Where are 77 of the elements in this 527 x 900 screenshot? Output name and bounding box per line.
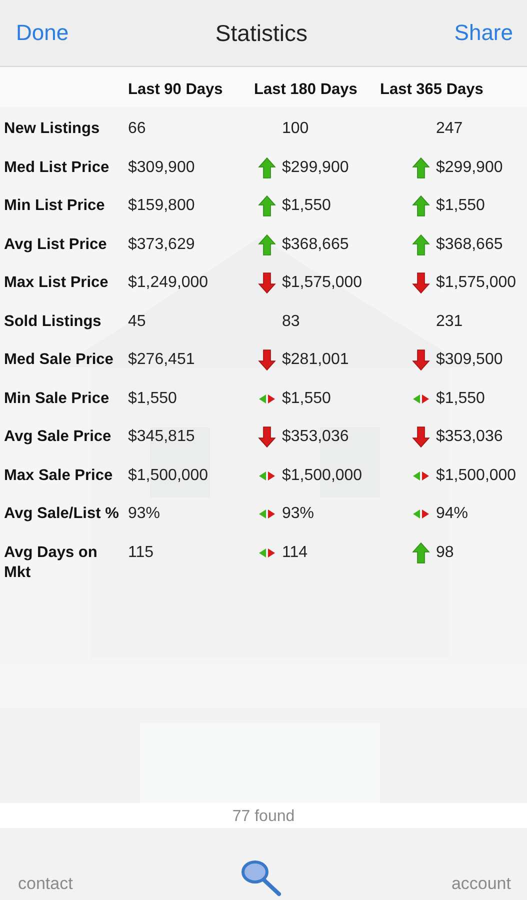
table-cell: 231 (436, 312, 463, 330)
table-cell: $1,500,000 (128, 466, 208, 484)
table-cell: $1,575,000 (436, 274, 516, 292)
left-right-arrows-icon (412, 394, 430, 404)
table-cell: $1,500,000 (436, 466, 516, 484)
done-button[interactable]: Done (14, 18, 71, 48)
table-cell: 45 (128, 312, 146, 330)
row-label: Avg Sale Price (3, 427, 112, 447)
down-arrow-icon (412, 426, 430, 448)
row-label: Med List Price (3, 158, 110, 178)
row-label: Max Sale Price (3, 466, 114, 486)
table-cell: 247 (436, 120, 463, 138)
up-arrow-icon (412, 234, 430, 256)
down-arrow-icon (412, 272, 430, 294)
row-label: Avg Sale/List % (3, 504, 120, 524)
screen-title: Statistics (215, 20, 308, 46)
left-right-arrows-icon (258, 470, 276, 480)
row-label: New Listings (3, 119, 101, 139)
table-cell: $1,550 (436, 390, 485, 408)
table-cell: $299,900 (282, 158, 349, 176)
down-arrow-icon (412, 349, 430, 371)
share-button[interactable]: Share (452, 18, 515, 48)
up-arrow-icon (412, 195, 430, 217)
left-right-arrows-icon (412, 470, 430, 480)
table-cell: 98 (436, 544, 454, 562)
up-arrow-icon (258, 234, 276, 256)
down-arrow-icon (258, 272, 276, 294)
up-arrow-icon (412, 156, 430, 178)
tab-label[interactable]: account (451, 874, 511, 894)
up-arrow-icon (412, 542, 430, 564)
down-arrow-icon (258, 349, 276, 371)
row-label: Max List Price (3, 273, 110, 293)
table-cell: 93% (128, 505, 160, 523)
table-cell: $1,550 (128, 390, 177, 408)
row-label: Sold Listings (3, 312, 102, 332)
table-cell: $309,900 (128, 158, 195, 176)
column-header: Last 90 Days (128, 81, 224, 99)
up-arrow-icon (258, 195, 276, 217)
table-cell: $299,900 (436, 158, 503, 176)
row-label: Avg List Price (3, 234, 108, 254)
tab-label[interactable]: contact (18, 874, 73, 894)
column-header: Last 365 Days (380, 81, 484, 99)
table-cell: 94% (436, 505, 468, 523)
table-cell: 114 (282, 544, 308, 562)
table-cell: $368,665 (282, 236, 349, 254)
left-right-arrows-icon (258, 394, 276, 404)
left-right-arrows-icon (258, 509, 276, 519)
results-count: 77 found (231, 808, 296, 826)
table-cell: $276,451 (128, 351, 195, 369)
table-cell: $373,629 (128, 236, 195, 254)
table-cell: 83 (282, 312, 300, 330)
table-cell: 100 (282, 120, 309, 138)
table-cell: $368,665 (436, 236, 503, 254)
table-cell: $309,500 (436, 351, 503, 369)
table-cell: $281,001 (282, 351, 349, 369)
table-cell: $1,550 (282, 390, 331, 408)
left-right-arrows-icon (412, 509, 430, 519)
left-right-arrows-icon (258, 548, 276, 558)
row-label: Avg Days on Mkt (3, 542, 98, 582)
table-cell: 115 (128, 544, 154, 562)
row-label: Med Sale Price (3, 350, 114, 370)
table-cell: $1,550 (436, 197, 485, 215)
down-arrow-icon (258, 426, 276, 448)
table-cell: $345,815 (128, 428, 195, 446)
table-cell: $353,036 (282, 428, 349, 446)
table-cell: $353,036 (436, 428, 503, 446)
row-label: Min List Price (3, 196, 106, 216)
table-cell: $159,800 (128, 197, 195, 215)
table-cell: 66 (128, 120, 146, 138)
column-header: Last 180 Days (254, 81, 358, 99)
table-cell: $1,249,000 (128, 274, 208, 292)
up-arrow-icon (258, 156, 276, 178)
table-cell: $1,550 (282, 197, 331, 215)
table-cell: 93% (282, 505, 314, 523)
row-label: Min Sale Price (3, 388, 110, 408)
table-cell: $1,500,000 (282, 466, 362, 484)
table-cell: $1,575,000 (282, 274, 362, 292)
